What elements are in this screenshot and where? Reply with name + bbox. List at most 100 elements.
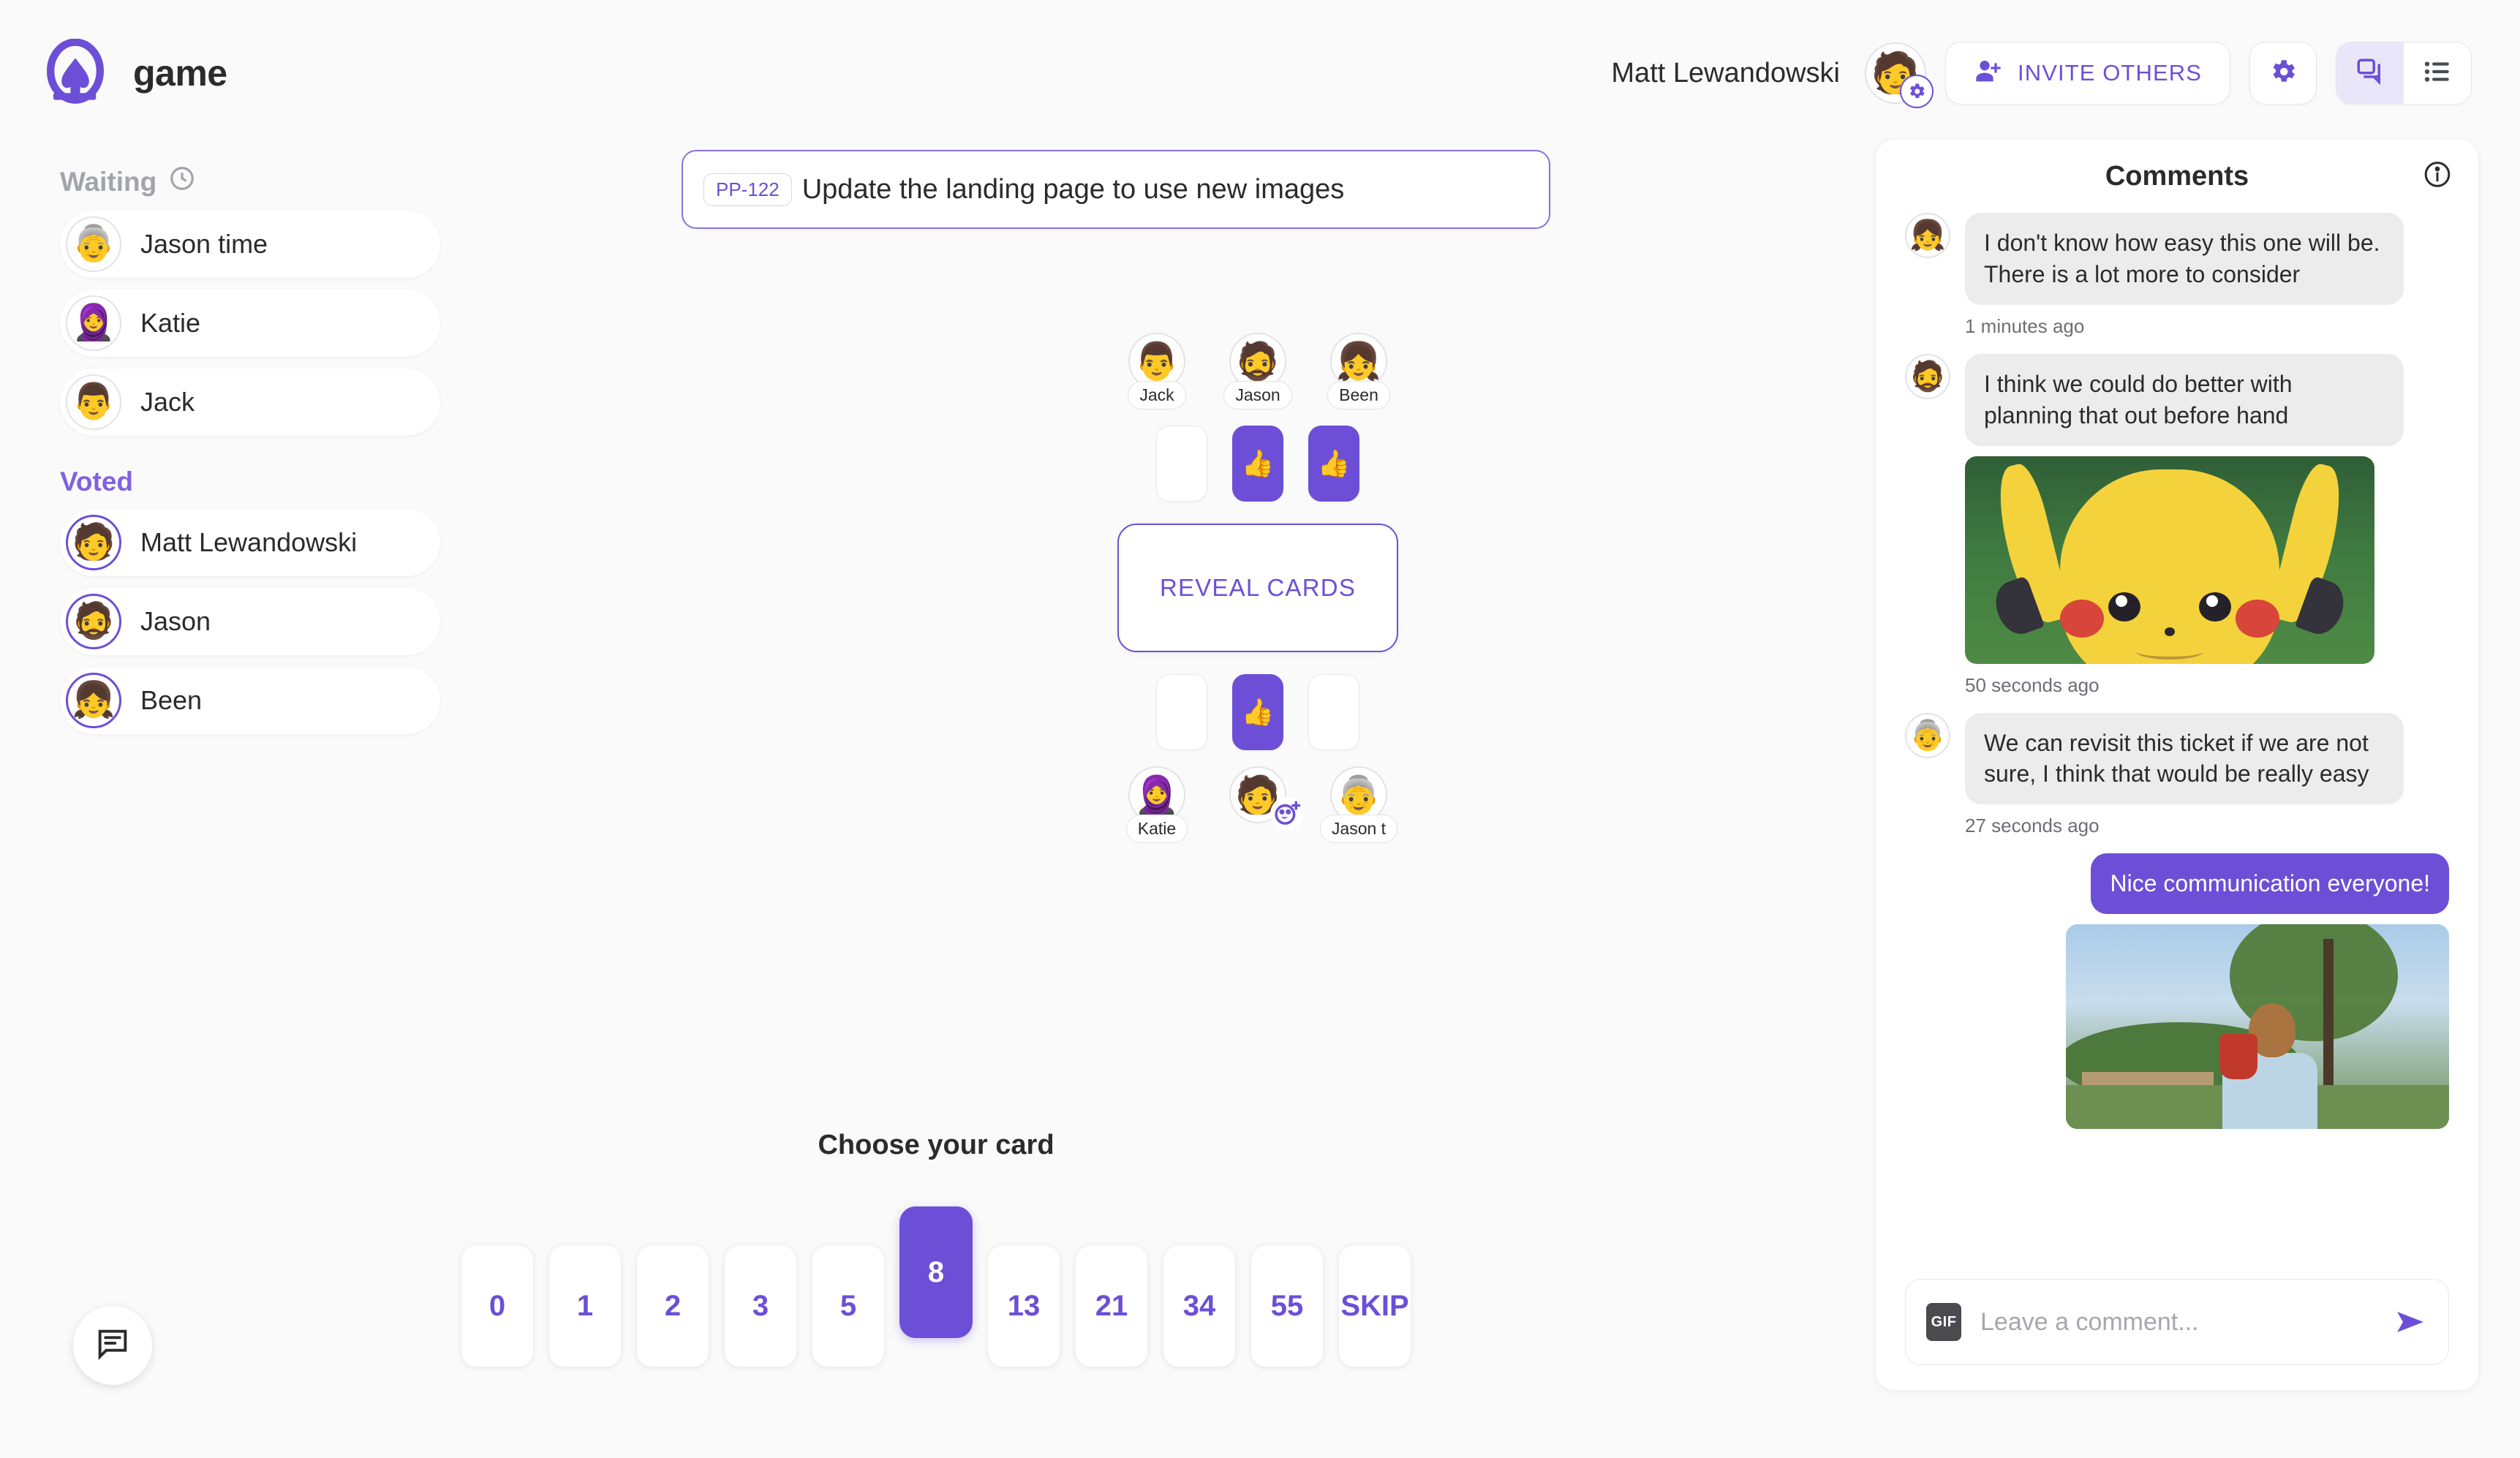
- seat: 👧 Been: [1321, 333, 1397, 409]
- comment-input[interactable]: [1980, 1307, 2374, 1337]
- deck-card[interactable]: 21: [1075, 1244, 1148, 1367]
- avatar: 🧔: [1905, 353, 1950, 399]
- toggle-list-view[interactable]: [2404, 42, 2471, 104]
- chat-bubbles-icon: [2355, 56, 2385, 91]
- deck-card-selected[interactable]: 8: [899, 1206, 973, 1338]
- sidebar-player-row[interactable]: 👵 Jason time: [60, 211, 440, 278]
- clock-icon: [168, 165, 196, 199]
- seat: 🧕 Katie: [1119, 766, 1195, 843]
- comment-item: 👵 We can revisit this ticket if we are n…: [1905, 712, 2449, 838]
- brand-name: game: [133, 53, 227, 94]
- player-name: Matt Lewandowski: [140, 527, 358, 557]
- player-name: Jason: [140, 606, 211, 636]
- sidebar-player-row[interactable]: 👧 Been: [60, 667, 440, 734]
- avatar: 👵: [66, 216, 121, 272]
- deck-card[interactable]: 0: [461, 1244, 534, 1367]
- gear-icon: [2268, 56, 2298, 91]
- top-seat-row: 👨 Jack 🧔 Jason 👧 Been: [1082, 333, 1433, 409]
- settings-button[interactable]: [2249, 42, 2317, 105]
- voted-group-header: Voted: [60, 467, 440, 497]
- chat-fab-button[interactable]: [73, 1306, 152, 1385]
- seat: 👵 Jason t: [1319, 766, 1398, 843]
- deck-card[interactable]: 13: [987, 1244, 1060, 1367]
- brand[interactable]: game: [41, 38, 227, 107]
- avatar: 👨: [66, 374, 121, 430]
- ticket-bar[interactable]: PP-122 Update the landing page to use ne…: [682, 150, 1550, 229]
- spade-logo-icon: [41, 38, 110, 107]
- gif-button[interactable]: GIF: [1926, 1303, 1961, 1341]
- players-sidebar: Waiting 👵 Jason time 🧕 Katie 👨 Jack Vote…: [60, 165, 440, 746]
- page-title: Comments: [2105, 160, 2249, 192]
- ticket-title: Update the landing page to use new image…: [801, 173, 1345, 205]
- add-reaction-icon[interactable]: [1270, 797, 1304, 831]
- deck-card[interactable]: 5: [812, 1244, 885, 1367]
- deck-card[interactable]: 55: [1250, 1244, 1324, 1367]
- card-deck: 0 1 2 3 5 8 13 21 34 55 SKIP: [0, 1206, 1872, 1367]
- waiting-group-header: Waiting: [60, 165, 440, 199]
- vote-card: [1156, 426, 1207, 502]
- toggle-chat-view[interactable]: [2336, 42, 2404, 104]
- gear-icon[interactable]: [1900, 75, 1934, 108]
- current-user-name: Matt Lewandowski: [1611, 57, 1840, 88]
- view-toggle-group: [2336, 42, 2472, 105]
- sad-pikachu-gif[interactable]: [1965, 456, 2374, 664]
- player-name: Katie: [140, 308, 201, 338]
- vote-card: [1308, 674, 1359, 750]
- seat-name: Been: [1327, 381, 1390, 409]
- seat-current-user: 🧑: [1220, 766, 1304, 843]
- avatar: 👧: [66, 673, 121, 728]
- player-name: Been: [140, 685, 203, 715]
- deck-card-skip[interactable]: SKIP: [1338, 1244, 1411, 1367]
- vote-card: 👍: [1232, 426, 1283, 502]
- bottom-card-row: 👍: [1082, 674, 1433, 750]
- info-icon[interactable]: [2423, 160, 2452, 193]
- comment-item-own: Nice communication everyone!: [1905, 853, 2449, 1130]
- comments-panel: Comments 👧 I don't know how easy this on…: [1875, 139, 2479, 1391]
- invite-others-button[interactable]: INVITE OTHERS: [1945, 42, 2230, 105]
- choose-your-card-label: Choose your card: [818, 1130, 1055, 1160]
- vote-card: [1156, 674, 1207, 750]
- deck-card[interactable]: 2: [636, 1244, 709, 1367]
- vote-card: 👍: [1232, 674, 1283, 750]
- sidebar-player-row[interactable]: 🧕 Katie: [60, 290, 440, 357]
- current-user-avatar[interactable]: 🧑: [1865, 42, 1934, 108]
- invite-others-label: INVITE OTHERS: [2018, 60, 2202, 86]
- avatar: 👵: [1905, 712, 1950, 758]
- reveal-cards-button[interactable]: REVEAL CARDS: [1117, 524, 1398, 652]
- comment-text: We can revisit this ticket if we are not…: [1965, 712, 2404, 805]
- comment-time: 27 seconds ago: [1965, 815, 2100, 837]
- comments-header: Comments: [1876, 140, 2478, 213]
- comment-item: 👧 I don't know how easy this one will be…: [1905, 213, 2449, 338]
- avatar: 🧕: [66, 295, 121, 351]
- seat-name: Jason: [1223, 381, 1292, 409]
- comments-thread[interactable]: 👧 I don't know how easy this one will be…: [1876, 213, 2478, 1279]
- comment-item: 🧔 I think we could do better with planni…: [1905, 353, 2449, 697]
- deck-card[interactable]: 1: [548, 1244, 622, 1367]
- send-arrow-icon[interactable]: [2393, 1304, 2428, 1340]
- person-add-icon: [1974, 57, 2003, 90]
- avatar: 👧: [1905, 213, 1950, 258]
- bottom-seat-row: 🧕 Katie 🧑 👵 Jason t: [1082, 766, 1433, 843]
- seat-name: Jason t: [1319, 815, 1398, 843]
- comment-text: I think we could do better with planning…: [1965, 353, 2404, 446]
- voting-table: 👨 Jack 🧔 Jason 👧 Been 👍 👍 REVEAL CARDS 👍: [1082, 333, 1433, 843]
- sidebar-player-row[interactable]: 🧔 Jason: [60, 588, 440, 655]
- seat: 👨 Jack: [1119, 333, 1195, 409]
- avatar: 🧑: [66, 515, 121, 570]
- list-icon: [2422, 56, 2453, 91]
- player-name: Jason time: [140, 229, 268, 259]
- waiting-label: Waiting: [60, 166, 157, 197]
- header-actions: Matt Lewandowski 🧑 INVITE OTHERS: [1611, 42, 2472, 108]
- chat-bubble-icon: [94, 1325, 132, 1367]
- ticket-id-badge: PP-122: [703, 173, 792, 206]
- sidebar-player-row[interactable]: 👨 Jack: [60, 369, 440, 436]
- person-drinking-park-gif[interactable]: [2066, 924, 2449, 1130]
- comment-time: 1 minutes ago: [1965, 314, 2085, 337]
- app-header: game Matt Lewandowski 🧑 INVITE OTHERS: [0, 0, 2520, 146]
- deck-card[interactable]: 34: [1163, 1244, 1236, 1367]
- comment-time: 50 seconds ago: [1965, 673, 2100, 696]
- deck-card[interactable]: 3: [724, 1244, 797, 1367]
- avatar: 🧔: [66, 594, 121, 649]
- sidebar-player-row[interactable]: 🧑 Matt Lewandowski: [60, 509, 440, 576]
- voted-label: Voted: [60, 467, 134, 496]
